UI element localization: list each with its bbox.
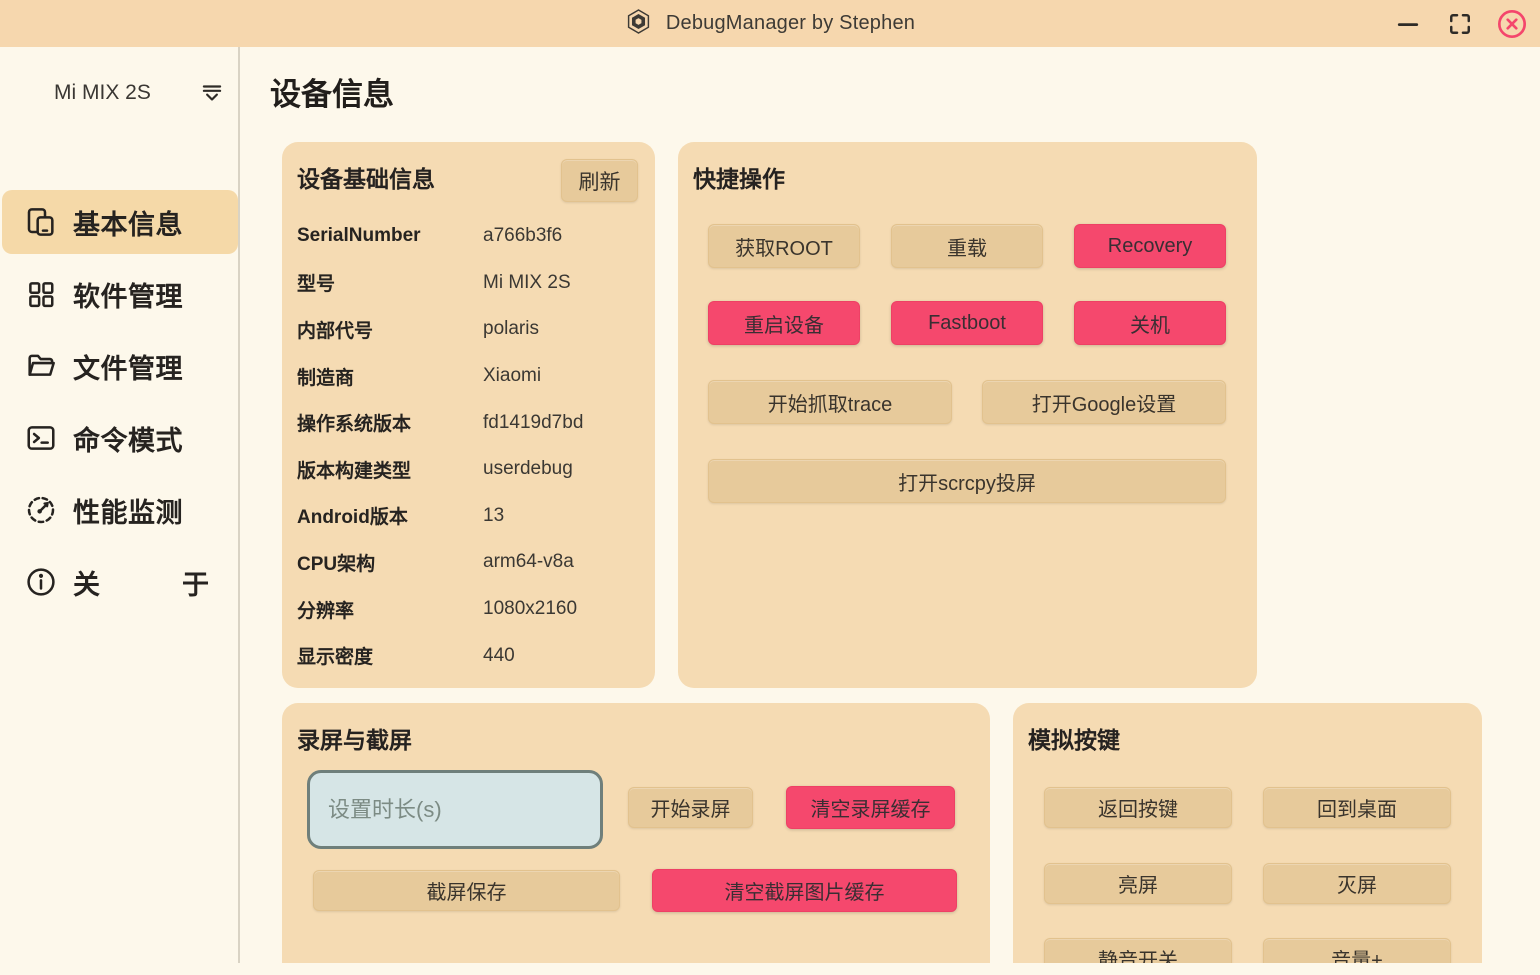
window-title: DebugManager by Stephen (666, 12, 915, 35)
sidebar-item-label: 性能监测 (73, 491, 183, 530)
field-resolution: 分辨率 1080x2160 (297, 586, 642, 633)
device-list-collapse-icon[interactable] (198, 79, 226, 107)
reboot-device-button[interactable]: 重启设备 (708, 301, 860, 345)
sidebar-item-label: 关 于 (73, 563, 209, 602)
titlebar: DebugManager by Stephen (0, 0, 1540, 47)
connected-device-name[interactable]: Mi MIX 2S (54, 81, 151, 105)
device-basic-info-card: 设备基础信息 刷新 SerialNumber a766b3f6 型号 Mi MI… (282, 142, 655, 688)
quick-actions-title: 快捷操作 (693, 160, 785, 194)
back-key-button[interactable]: 返回按键 (1044, 787, 1232, 828)
field-os-version: 操作系统版本 fd1419d7bd (297, 399, 642, 446)
field-codename: 内部代号 polaris (297, 306, 642, 353)
gauge-icon (24, 493, 58, 527)
sidebar-item-file-manage[interactable]: 文件管理 (2, 334, 238, 398)
page-title: 设备信息 (270, 69, 394, 114)
sidebar-item-label: 命令模式 (73, 419, 183, 458)
screen-record-card: 录屏与截屏 开始录屏 清空录屏缓存 截屏保存 清空截屏图片缓存 (282, 703, 990, 963)
screenshot-save-button[interactable]: 截屏保存 (313, 870, 620, 911)
simulated-keys-card: 模拟按键 返回按键 回到桌面 亮屏 灭屏 静音开关 音量+ (1013, 703, 1482, 963)
app-window: DebugManager by Stephen (0, 0, 1540, 975)
start-trace-button[interactable]: 开始抓取trace (708, 380, 952, 424)
sidebar-nav: 基本信息 软件管理 (0, 190, 240, 622)
open-scrcpy-button[interactable]: 打开scrcpy投屏 (708, 459, 1226, 503)
fastboot-button[interactable]: Fastboot (891, 301, 1043, 345)
close-button[interactable] (1496, 8, 1528, 40)
device-fields-list: SerialNumber a766b3f6 型号 Mi MIX 2S 内部代号 … (297, 213, 642, 679)
get-root-button[interactable]: 获取ROOT (708, 224, 860, 268)
main-content: 设备信息 设备基础信息 刷新 SerialNumber a766b3f6 型号 … (242, 47, 1540, 963)
sidebar-item-command-mode[interactable]: 命令模式 (2, 406, 238, 470)
record-duration-input[interactable] (307, 770, 603, 849)
home-key-button[interactable]: 回到桌面 (1263, 787, 1451, 828)
clear-screenshot-cache-button[interactable]: 清空截屏图片缓存 (652, 869, 957, 912)
device-info-icon (24, 205, 58, 239)
field-cpu-arch: CPU架构 arm64-v8a (297, 539, 642, 586)
sidebar-item-label: 软件管理 (73, 275, 183, 314)
sidebar-item-label: 基本信息 (73, 203, 183, 242)
mute-toggle-button[interactable]: 静音开关 (1044, 938, 1232, 963)
screen-on-button[interactable]: 亮屏 (1044, 863, 1232, 904)
reload-button[interactable]: 重载 (891, 224, 1043, 268)
apps-icon (24, 277, 58, 311)
field-serial-number: SerialNumber a766b3f6 (297, 213, 642, 260)
sidebar-item-basic-info[interactable]: 基本信息 (2, 190, 238, 254)
refresh-button[interactable]: 刷新 (561, 159, 638, 202)
volume-up-button[interactable]: 音量+ (1263, 938, 1451, 963)
minimize-button[interactable] (1392, 8, 1424, 40)
app-logo-hexagon-icon (625, 8, 652, 40)
terminal-icon (24, 421, 58, 455)
keys-card-title: 模拟按键 (1028, 721, 1120, 755)
device-card-title: 设备基础信息 (297, 160, 435, 194)
screen-card-title: 录屏与截屏 (297, 721, 412, 755)
field-display-density: 显示密度 440 (297, 632, 642, 679)
field-build-type: 版本构建类型 userdebug (297, 446, 642, 493)
open-google-settings-button[interactable]: 打开Google设置 (982, 380, 1226, 424)
sidebar-item-label: 文件管理 (73, 347, 183, 386)
start-record-button[interactable]: 开始录屏 (628, 787, 753, 828)
quick-actions-card: 快捷操作 获取ROOT 重载 Recovery 重启设备 Fastboot 关机… (678, 142, 1257, 688)
sidebar-item-performance-monitor[interactable]: 性能监测 (2, 478, 238, 542)
power-off-button[interactable]: 关机 (1074, 301, 1226, 345)
sidebar-item-software-manage[interactable]: 软件管理 (2, 262, 238, 326)
field-manufacturer: 制造商 Xiaomi (297, 353, 642, 400)
folder-icon (24, 349, 58, 383)
maximize-button[interactable] (1444, 8, 1476, 40)
field-model: 型号 Mi MIX 2S (297, 260, 642, 307)
sidebar-item-about[interactable]: 关 于 (2, 550, 238, 614)
recovery-button[interactable]: Recovery (1074, 224, 1226, 268)
sidebar: Mi MIX 2S 基本信息 (0, 47, 240, 963)
clear-record-cache-button[interactable]: 清空录屏缓存 (786, 786, 955, 829)
field-android-version: Android版本 13 (297, 493, 642, 540)
info-icon (24, 565, 58, 599)
screen-off-button[interactable]: 灭屏 (1263, 863, 1451, 904)
